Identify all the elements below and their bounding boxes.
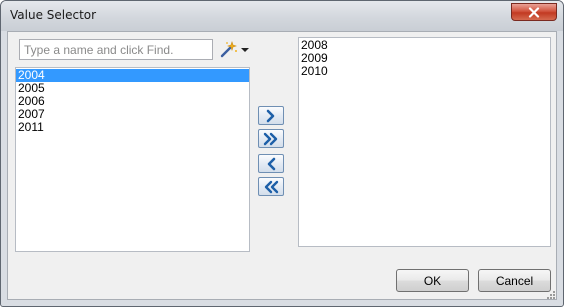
list-item[interactable]: 2004 xyxy=(16,69,249,82)
list-item[interactable]: 2005 xyxy=(16,82,249,95)
move-all-right-icon xyxy=(263,132,278,145)
move-left-icon xyxy=(267,157,276,170)
value-selector-dialog: Value Selector 2004 2005 2006 xyxy=(0,0,564,307)
selected-values-list[interactable]: 2008 2009 2010 xyxy=(298,37,551,247)
dialog-content: 2004 2005 2006 2007 2011 2 xyxy=(7,31,557,300)
add-button[interactable] xyxy=(258,106,284,125)
ok-button[interactable]: OK xyxy=(396,269,469,292)
list-item[interactable]: 2006 xyxy=(16,95,249,108)
search-input[interactable] xyxy=(20,40,212,59)
search-field[interactable] xyxy=(19,39,213,60)
move-right-icon xyxy=(266,109,275,122)
list-item[interactable]: 2011 xyxy=(16,121,249,134)
list-item[interactable]: 2007 xyxy=(16,108,249,121)
chevron-down-icon[interactable] xyxy=(241,47,249,53)
move-all-left-icon xyxy=(264,180,279,193)
find-wand-icon xyxy=(220,40,237,57)
resize-grip-icon[interactable] xyxy=(546,290,556,300)
list-item[interactable]: 2010 xyxy=(299,65,550,78)
available-values-list[interactable]: 2004 2005 2006 2007 2011 xyxy=(15,67,250,252)
add-all-button[interactable] xyxy=(258,129,284,148)
window-title: Value Selector xyxy=(10,8,97,22)
remove-all-button[interactable] xyxy=(258,177,284,196)
remove-button[interactable] xyxy=(258,154,284,173)
list-item[interactable]: 2009 xyxy=(299,52,550,65)
close-button[interactable] xyxy=(511,3,557,21)
title-bar[interactable]: Value Selector xyxy=(1,1,563,31)
cancel-button[interactable]: Cancel xyxy=(478,269,551,292)
find-button[interactable] xyxy=(217,39,251,60)
list-item[interactable]: 2008 xyxy=(299,39,550,52)
close-icon xyxy=(528,6,540,18)
